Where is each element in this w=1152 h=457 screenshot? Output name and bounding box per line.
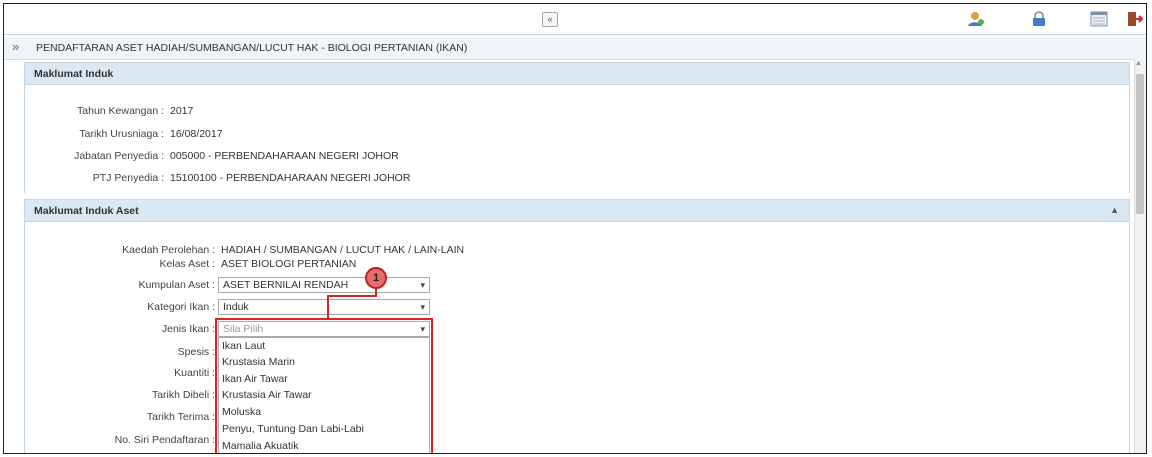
scrollbar-thumb[interactable] bbox=[1136, 74, 1144, 214]
scroll-up-icon[interactable]: ▲ bbox=[1135, 60, 1142, 67]
section-maklumat-induk-aset-body: Kaedah Perolehan : HADIAH / SUMBANGAN / … bbox=[24, 222, 1130, 453]
page-title-bar: » PENDAFTARAN ASET HADIAH/SUMBANGAN/LUCU… bbox=[4, 37, 1146, 60]
field-label: Tarikh Urusniaga : bbox=[79, 128, 164, 140]
section-title: Maklumat Induk Aset bbox=[34, 205, 139, 217]
field-label: Kumpulan Aset : bbox=[138, 279, 215, 291]
form-content: Maklumat Induk Tahun Kewangan : 2017 Tar… bbox=[24, 59, 1132, 453]
field-label: Spesis : bbox=[177, 346, 215, 358]
annotation-highlight-box bbox=[215, 318, 433, 453]
top-toolbar: « bbox=[4, 4, 1146, 35]
selected-value: ASET BERNILAI RENDAH bbox=[223, 279, 349, 291]
annotation-connector bbox=[375, 288, 377, 297]
kategori-ikan-select[interactable]: Induk ▾ bbox=[218, 299, 430, 315]
ptj-penyedia-value: 15100100 - PERBENDAHARAAN NEGERI JOHOR bbox=[170, 172, 411, 184]
section-maklumat-induk-header[interactable]: Maklumat Induk bbox=[24, 62, 1130, 85]
kelas-aset-value: ASET BIOLOGI PERTANIAN bbox=[221, 258, 357, 270]
collapse-header-button[interactable]: « bbox=[542, 12, 558, 27]
collapse-caret-icon[interactable]: ▲ bbox=[1110, 205, 1119, 215]
chevron-down-icon: ▾ bbox=[420, 280, 425, 290]
expand-sidebar-icon[interactable]: » bbox=[12, 39, 19, 54]
field-label: No. Siri Pendaftaran : bbox=[114, 434, 215, 446]
annotation-connector bbox=[327, 295, 375, 297]
field-label: Tahun Kewangan : bbox=[77, 105, 164, 117]
section-maklumat-induk-aset-header[interactable]: Maklumat Induk Aset ▲ bbox=[24, 199, 1130, 222]
annotation-connector bbox=[327, 295, 329, 318]
field-label: Kaedah Perolehan : bbox=[122, 244, 215, 256]
annotation-callout-badge: 1 bbox=[365, 267, 387, 289]
section-maklumat-induk-body: Tahun Kewangan : 2017 Tarikh Urusniaga :… bbox=[24, 85, 1130, 193]
field-label: Jabatan Penyedia : bbox=[74, 150, 164, 162]
field-label: PTJ Penyedia : bbox=[92, 172, 164, 184]
jabatan-penyedia-value: 005000 - PERBENDAHARAAN NEGERI JOHOR bbox=[170, 150, 399, 162]
logout-icon[interactable] bbox=[1126, 11, 1144, 27]
field-label: Kategori Ikan : bbox=[147, 301, 215, 313]
field-label: Kelas Aset : bbox=[159, 258, 215, 270]
tarikh-urusniaga-value: 16/08/2017 bbox=[170, 128, 223, 140]
kaedah-perolehan-value: HADIAH / SUMBANGAN / LUCUT HAK / LAIN-LA… bbox=[221, 244, 465, 256]
kumpulan-aset-select[interactable]: ASET BERNILAI RENDAH ▾ bbox=[218, 277, 430, 293]
user-icon[interactable] bbox=[967, 11, 985, 27]
chevron-down-icon: ▾ bbox=[420, 302, 425, 312]
lock-icon[interactable] bbox=[1030, 11, 1048, 27]
field-label: Tarikh Dibeli : bbox=[151, 389, 215, 401]
field-label: Jenis Ikan : bbox=[161, 323, 215, 335]
field-label: Kuantiti : bbox=[174, 367, 215, 379]
page-title: PENDAFTARAN ASET HADIAH/SUMBANGAN/LUCUT … bbox=[36, 42, 468, 54]
list-icon[interactable] bbox=[1090, 11, 1108, 27]
app-window: « » PENDAFTARAN ASET HADIAH/SUMBANGAN/LU… bbox=[3, 3, 1147, 454]
section-title: Maklumat Induk bbox=[34, 68, 114, 80]
tahun-kewangan-value: 2017 bbox=[170, 105, 194, 117]
field-label: Tarikh Terima : bbox=[146, 411, 215, 423]
selected-value: Induk bbox=[223, 301, 249, 313]
